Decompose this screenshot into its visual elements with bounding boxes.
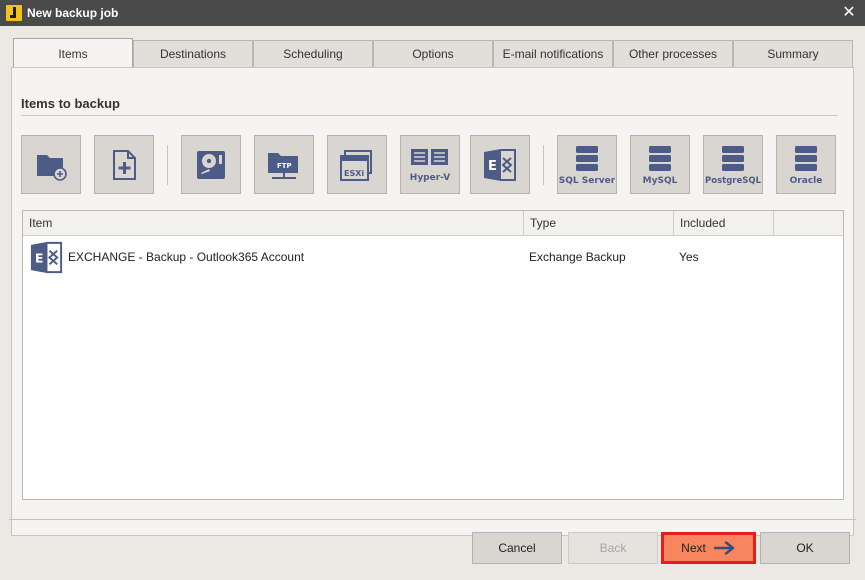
tab-options[interactable]: Options xyxy=(373,40,493,67)
cell-included: Yes xyxy=(679,250,699,264)
section-divider xyxy=(21,115,838,116)
hyper-v-button[interactable]: Hyper-V xyxy=(400,135,460,194)
table-header: Item Type Included xyxy=(23,211,843,236)
items-tab-panel: Items to backup FTP ESXi Hyper-V E SQL S… xyxy=(11,67,854,536)
ftp-icon-label: FTP xyxy=(277,162,292,170)
tab-scheduling[interactable]: Scheduling xyxy=(253,40,373,67)
sql-server-icon: SQL Server xyxy=(559,145,615,186)
tab-other-processes[interactable]: Other processes xyxy=(613,40,733,67)
ftp-button[interactable]: FTP xyxy=(254,135,314,194)
svg-text:E: E xyxy=(488,159,497,174)
tab-email-notifications[interactable]: E-mail notifications xyxy=(493,40,613,67)
hyper-v-icon-label: Hyper-V xyxy=(410,173,450,183)
cell-type: Exchange Backup xyxy=(529,250,626,264)
disk-image-button[interactable] xyxy=(181,135,241,194)
back-button[interactable]: Back xyxy=(568,532,658,564)
mysql-icon: MySQL xyxy=(643,145,678,186)
ftp-icon: FTP xyxy=(268,152,298,179)
sql-server-icon-label: SQL Server xyxy=(559,176,615,186)
add-file-button[interactable] xyxy=(94,135,154,194)
toolbar-separator xyxy=(167,145,168,185)
add-folder-button[interactable] xyxy=(21,135,81,194)
window-title: New backup job xyxy=(27,6,119,20)
file-add-icon xyxy=(113,149,136,180)
item-name: EXCHANGE - Backup - Outlook365 Account xyxy=(68,250,305,264)
section-title: Items to backup xyxy=(21,96,120,111)
mysql-icon-label: MySQL xyxy=(643,176,678,186)
exchange-button[interactable]: E xyxy=(470,135,530,194)
exchange-icon: E xyxy=(30,241,63,273)
dialog-body: Items Destinations Scheduling Options E-… xyxy=(0,26,865,580)
svg-text:E: E xyxy=(35,250,44,265)
close-button[interactable]: ✕ xyxy=(839,3,859,23)
disk-image-icon xyxy=(197,150,225,179)
tab-summary[interactable]: Summary xyxy=(733,40,853,67)
footer-divider xyxy=(9,519,856,520)
oracle-button[interactable]: Oracle xyxy=(776,135,836,194)
cell-item: E EXCHANGE - Backup - Outlook365 Account xyxy=(23,238,524,276)
oracle-icon: Oracle xyxy=(790,145,823,186)
exchange-icon: E xyxy=(484,148,516,181)
toolbar-separator xyxy=(543,145,544,185)
postgresql-icon-label: PostgreSQL xyxy=(705,176,762,186)
postgresql-icon: PostgreSQL xyxy=(705,145,762,186)
mysql-button[interactable]: MySQL xyxy=(630,135,690,194)
items-table: Item Type Included E EXCHANGE - Backup -… xyxy=(22,210,844,500)
oracle-icon-label: Oracle xyxy=(790,176,823,186)
folder-add-icon xyxy=(37,154,67,181)
esxi-icon-label: ESXi xyxy=(344,169,364,178)
postgresql-button[interactable]: PostgreSQL xyxy=(703,135,763,194)
esxi-button[interactable]: ESXi xyxy=(327,135,387,194)
tab-items[interactable]: Items xyxy=(13,38,133,68)
cancel-button[interactable]: Cancel xyxy=(472,532,562,564)
column-header-included[interactable]: Included xyxy=(674,211,774,235)
arrow-right-icon xyxy=(713,541,735,555)
column-header-item[interactable]: Item xyxy=(23,211,524,235)
column-header-type[interactable]: Type xyxy=(524,211,674,235)
ok-button[interactable]: OK xyxy=(760,532,850,564)
esxi-icon: ESXi xyxy=(340,149,372,181)
table-row[interactable]: E EXCHANGE - Backup - Outlook365 Account… xyxy=(23,238,843,276)
title-bar: New backup job ✕ xyxy=(0,0,865,26)
app-logo-icon xyxy=(6,5,22,21)
sql-server-button[interactable]: SQL Server xyxy=(557,135,617,194)
item-type-toolbar: FTP ESXi Hyper-V E SQL Server MySQL Post… xyxy=(12,135,855,195)
next-button[interactable]: Next xyxy=(661,532,756,564)
tab-destinations[interactable]: Destinations xyxy=(133,40,253,67)
tab-bar: Items Destinations Scheduling Options E-… xyxy=(13,38,853,68)
next-button-label: Next xyxy=(681,541,706,555)
hyper-v-icon: Hyper-V xyxy=(410,148,450,183)
